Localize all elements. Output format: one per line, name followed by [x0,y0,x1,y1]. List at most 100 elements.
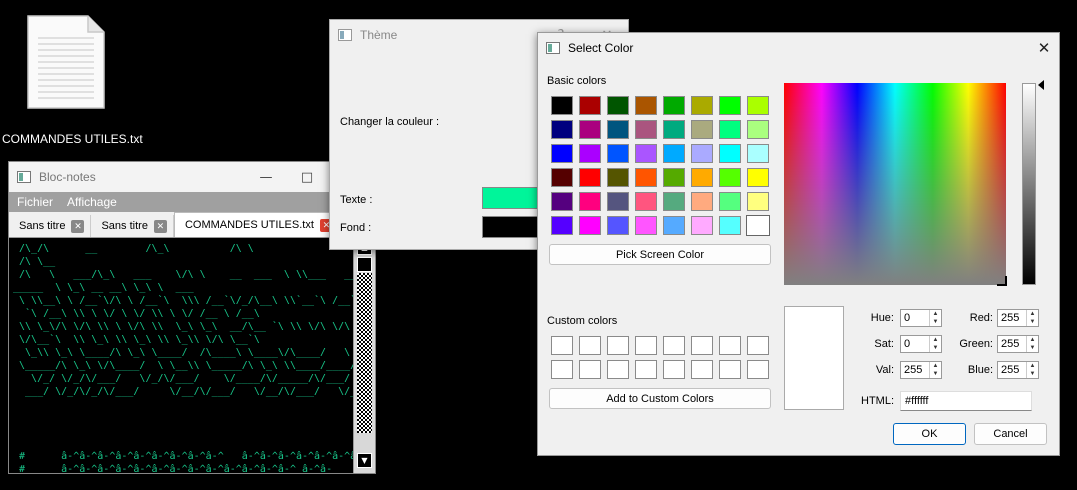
menu-affichage[interactable]: Affichage [59,195,123,209]
scroll-page-up-icon[interactable] [357,257,372,272]
close-tab-icon[interactable]: ✕ [71,219,85,233]
basic-color-cell[interactable] [635,168,657,187]
html-color-input[interactable]: #ffffff [900,391,1032,411]
basic-color-cell[interactable] [747,168,769,187]
basic-color-cell[interactable] [719,216,741,235]
maximize-icon[interactable]: □ [298,168,316,186]
spin-arrows-icon[interactable]: ▲ ▼ [929,362,941,378]
basic-color-cell[interactable] [551,144,573,163]
tab-sans-titre-2[interactable]: Sans titre ✕ [91,215,174,237]
custom-color-cell[interactable] [579,360,601,379]
basic-color-cell[interactable] [663,192,685,211]
custom-color-cell[interactable] [579,336,601,355]
val-spinbox[interactable]: 255 ▲ ▼ [900,361,942,379]
spin-arrows-icon[interactable]: ▲ ▼ [1026,362,1038,378]
basic-color-cell[interactable] [719,120,741,139]
add-to-custom-colors-button[interactable]: Add to Custom Colors [549,388,771,409]
basic-color-cell[interactable] [719,168,741,187]
scroll-down-icon[interactable]: ▼ [357,453,372,468]
basic-color-cell[interactable] [607,192,629,211]
spin-arrows-icon[interactable]: ▲ ▼ [929,310,941,326]
basic-color-cell[interactable] [551,96,573,115]
notepad-titlebar[interactable]: Bloc-notes — □ [9,162,375,192]
custom-color-cell[interactable] [635,336,657,355]
custom-color-cell[interactable] [551,360,573,379]
basic-color-cell[interactable] [635,144,657,163]
basic-color-cell[interactable] [747,96,769,115]
basic-color-cell[interactable] [579,216,601,235]
color-spectrum[interactable] [784,83,1007,286]
close-tab-icon[interactable]: ✕ [153,219,167,233]
basic-color-cell[interactable] [691,216,713,235]
basic-color-cell[interactable] [747,192,769,211]
spin-arrows-icon[interactable]: ▲ ▼ [929,336,941,352]
minimize-icon[interactable]: — [257,168,275,186]
basic-color-cell[interactable] [635,96,657,115]
basic-color-cell[interactable] [691,192,713,211]
basic-color-cell[interactable] [607,120,629,139]
basic-color-cell[interactable] [747,120,769,139]
basic-color-cell[interactable] [691,168,713,187]
desktop-file[interactable]: COMMANDES UTILES.txt [0,12,143,152]
custom-color-cell[interactable] [691,336,713,355]
custom-color-cell[interactable] [719,336,741,355]
basic-color-cell[interactable] [691,120,713,139]
basic-color-cell[interactable] [579,144,601,163]
luminance-arrow-icon[interactable] [1038,80,1044,90]
basic-color-cell[interactable] [747,144,769,163]
basic-color-cell[interactable] [719,192,741,211]
custom-color-cell[interactable] [607,360,629,379]
green-spinbox[interactable]: 255 ▲ ▼ [997,335,1039,353]
luminance-slider[interactable] [1022,83,1036,285]
basic-color-cell[interactable] [551,192,573,211]
spin-arrows-icon[interactable]: ▲ ▼ [1026,336,1038,352]
red-spinbox[interactable]: 255 ▲ ▼ [997,309,1039,327]
basic-color-cell[interactable] [579,120,601,139]
custom-color-cell[interactable] [663,336,685,355]
blue-spinbox[interactable]: 255 ▲ ▼ [997,361,1039,379]
menu-fichier[interactable]: Fichier [9,195,59,209]
basic-color-cell[interactable] [551,168,573,187]
basic-color-cell[interactable] [607,168,629,187]
select-color-titlebar[interactable]: Select Color ✕ [538,33,1059,63]
custom-color-cell[interactable] [747,336,769,355]
vertical-scrollbar[interactable]: ▲ ▼ [353,239,375,473]
spin-arrows-icon[interactable]: ▲ ▼ [1026,310,1038,326]
basic-color-cell[interactable] [579,96,601,115]
basic-color-cell[interactable] [635,192,657,211]
basic-color-cell[interactable] [663,216,685,235]
basic-color-cell[interactable] [635,216,657,235]
hue-spinbox[interactable]: 0 ▲ ▼ [900,309,942,327]
basic-color-cell[interactable] [719,96,741,115]
basic-color-cell[interactable] [663,120,685,139]
notepad-editor[interactable]: /\_/\ __ /\_\ /\ \ /\__ /\ \__ /\ \ ___/… [9,239,353,472]
scrollbar-track[interactable] [357,273,372,433]
basic-color-cell[interactable] [663,96,685,115]
basic-color-cell[interactable] [579,168,601,187]
pick-screen-color-button[interactable]: Pick Screen Color [549,244,771,265]
close-icon[interactable]: ✕ [1035,39,1053,57]
tab-sans-titre-1[interactable]: Sans titre ✕ [9,215,92,237]
custom-color-cell[interactable] [635,360,657,379]
basic-color-cell[interactable] [579,192,601,211]
tab-commandes-utiles[interactable]: COMMANDES UTILES.txt ✕ [173,212,340,237]
sat-spinbox[interactable]: 0 ▲ ▼ [900,335,942,353]
basic-color-cell[interactable] [607,144,629,163]
basic-color-cell[interactable] [551,120,573,139]
basic-color-cell[interactable] [719,144,741,163]
ok-button[interactable]: OK [893,423,966,445]
cancel-button[interactable]: Cancel [974,423,1047,445]
custom-color-cell[interactable] [663,360,685,379]
text-color-swatch[interactable] [482,187,542,209]
background-color-swatch[interactable] [482,216,542,238]
basic-color-cell[interactable] [607,96,629,115]
basic-color-cell[interactable] [635,120,657,139]
basic-color-cell[interactable] [691,96,713,115]
custom-color-cell[interactable] [551,336,573,355]
basic-color-cell[interactable] [663,168,685,187]
basic-color-cell[interactable] [551,216,573,235]
custom-color-cell[interactable] [719,360,741,379]
custom-color-cell[interactable] [747,360,769,379]
basic-color-cell[interactable] [663,144,685,163]
custom-color-cell[interactable] [607,336,629,355]
